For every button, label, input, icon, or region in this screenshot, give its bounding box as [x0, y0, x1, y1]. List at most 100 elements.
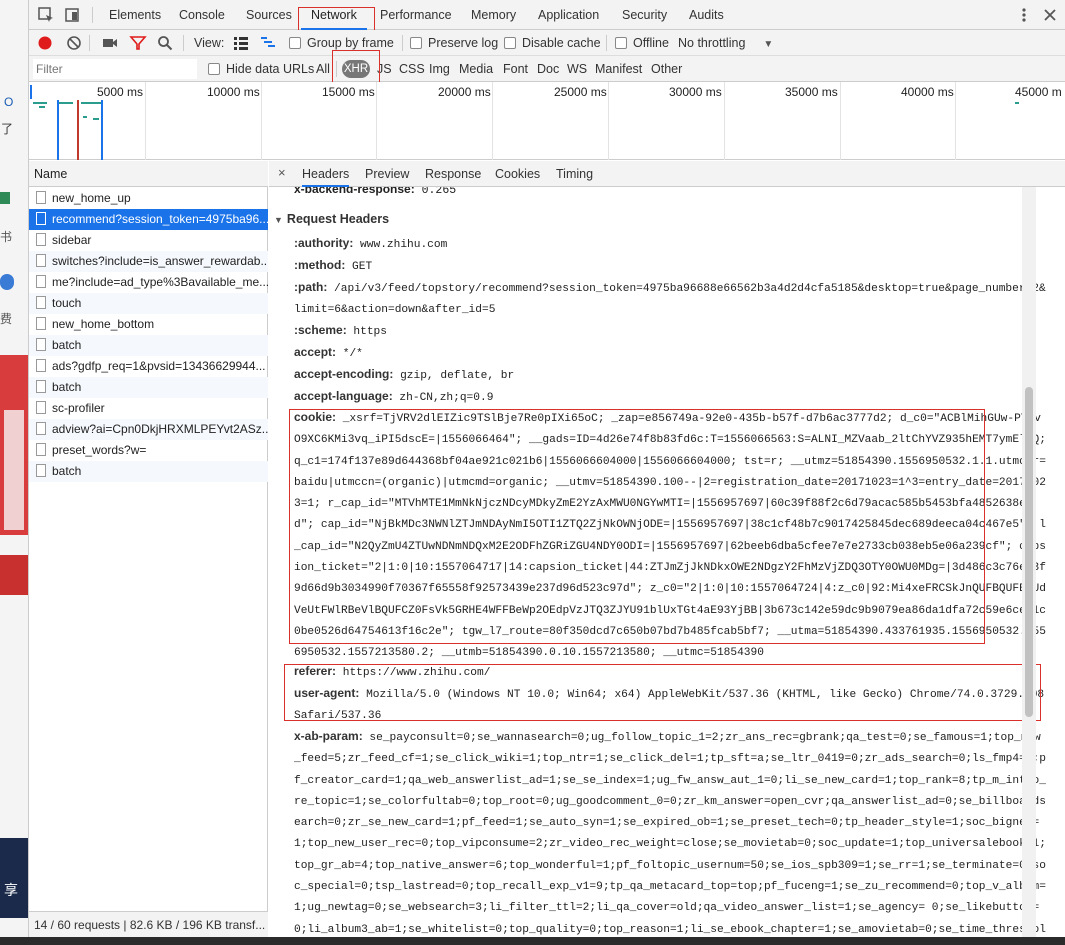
- header-value: https: [353, 326, 387, 338]
- file-icon: [36, 191, 46, 204]
- separator: [606, 35, 607, 51]
- header-row: :scheme: https: [294, 320, 1046, 343]
- section-title: Request Headers: [286, 212, 390, 226]
- group-by-frame-checkbox[interactable]: Group by frame: [289, 30, 394, 56]
- filter-input[interactable]: [33, 59, 197, 79]
- tab-headers[interactable]: Headers: [302, 161, 350, 187]
- request-name: new_home_bottom: [52, 317, 155, 331]
- separator: [402, 35, 403, 51]
- checkbox-box[interactable]: [289, 37, 301, 49]
- name-column-header[interactable]: Name: [29, 161, 268, 187]
- preserve-log-checkbox[interactable]: Preserve log: [410, 30, 498, 56]
- file-icon: [36, 233, 46, 246]
- waterfall-icon[interactable]: [259, 34, 277, 52]
- request-row[interactable]: batch: [29, 335, 268, 356]
- tab-performance[interactable]: Performance: [370, 0, 462, 30]
- more-options-icon[interactable]: [1015, 6, 1033, 24]
- file-icon: [36, 443, 46, 456]
- checkbox-box[interactable]: [410, 37, 422, 49]
- filter-type-ws[interactable]: WS: [567, 56, 587, 82]
- scrollbar-thumb[interactable]: [1025, 387, 1033, 717]
- header-value: https://www.zhihu.com/: [342, 667, 491, 679]
- tab-timing[interactable]: Timing: [556, 161, 593, 187]
- header-key: :method:: [294, 258, 346, 272]
- tab-elements[interactable]: Elements: [99, 0, 171, 30]
- request-headers-section[interactable]: ▼ Request Headers: [274, 212, 389, 226]
- tick-label: 15000 ms: [322, 85, 375, 99]
- checkbox-box[interactable]: [208, 63, 220, 75]
- tab-console[interactable]: Console: [169, 0, 235, 30]
- file-icon: [36, 275, 46, 288]
- filter-type-img[interactable]: Img: [429, 56, 450, 82]
- hide-data-urls-checkbox[interactable]: Hide data URLs: [208, 56, 314, 82]
- filter-type-js[interactable]: JS: [377, 56, 392, 82]
- filter-type-xhr[interactable]: XHR: [342, 60, 370, 78]
- checkbox-box[interactable]: [504, 37, 516, 49]
- tab-security[interactable]: Security: [612, 0, 677, 30]
- request-name: sidebar: [52, 233, 92, 247]
- request-row[interactable]: batch: [29, 377, 268, 398]
- camera-icon[interactable]: [101, 34, 119, 52]
- detail-scrollbar[interactable]: [1022, 187, 1036, 945]
- request-row[interactable]: sc-profiler: [29, 398, 268, 419]
- timeline-load-line: [77, 100, 79, 160]
- tab-network[interactable]: Network: [301, 0, 367, 30]
- request-name: switches?include=is_answer_rewardab...: [52, 254, 268, 268]
- throttling-select[interactable]: No throttling ▼: [678, 30, 773, 56]
- header-row: :authority: www.zhihu.com: [294, 233, 1046, 256]
- tab-response[interactable]: Response: [425, 161, 481, 187]
- request-row[interactable]: new_home_up: [29, 188, 268, 209]
- header-key: user-agent:: [294, 686, 360, 700]
- close-icon[interactable]: ×: [278, 165, 286, 180]
- request-row-selected[interactable]: recommend?session_token=4975ba96...: [29, 209, 268, 230]
- inspect-element-icon[interactable]: [37, 6, 55, 24]
- header-key: accept-language:: [294, 389, 393, 403]
- tab-preview[interactable]: Preview: [365, 161, 409, 187]
- detail-tab-bar: × Headers Preview Response Cookies Timin…: [269, 161, 1065, 187]
- group-by-frame-label: Group by frame: [307, 36, 394, 50]
- disable-cache-checkbox[interactable]: Disable cache: [504, 30, 601, 56]
- tab-audits[interactable]: Audits: [679, 0, 734, 30]
- request-name: sc-profiler: [52, 401, 105, 415]
- tab-sources[interactable]: Sources: [236, 0, 302, 30]
- record-icon[interactable]: [36, 34, 54, 52]
- request-row[interactable]: preset_words?w=: [29, 440, 268, 461]
- request-row[interactable]: switches?include=is_answer_rewardab...: [29, 251, 268, 272]
- request-row[interactable]: sidebar: [29, 230, 268, 251]
- user-agent-header-row: user-agent: Mozilla/5.0 (Windows NT 10.0…: [294, 683, 1046, 728]
- request-row[interactable]: ads?gdfp_req=1&pvsid=13436629944...: [29, 356, 268, 377]
- header-key: referer:: [294, 664, 337, 678]
- tab-cookies[interactable]: Cookies: [495, 161, 540, 187]
- request-row[interactable]: me?include=ad_type%3Bavailable_me...: [29, 272, 268, 293]
- timeline-overview[interactable]: 5000 ms 10000 ms 15000 ms 20000 ms 25000…: [29, 82, 1065, 160]
- header-key: accept:: [294, 345, 337, 359]
- filter-type-manifest[interactable]: Manifest: [595, 56, 642, 82]
- filter-icon[interactable]: [129, 34, 147, 52]
- header-row: :method: GET: [294, 255, 1046, 278]
- offline-checkbox[interactable]: Offline: [615, 30, 669, 56]
- tick-label: 20000 ms: [438, 85, 491, 99]
- search-icon[interactable]: [156, 34, 174, 52]
- header-row: accept: */*: [294, 342, 1046, 365]
- header-row: :path: /api/v3/feed/topstory/recommend?s…: [294, 277, 1046, 322]
- device-toolbar-icon[interactable]: [63, 6, 81, 24]
- filter-type-doc[interactable]: Doc: [537, 56, 559, 82]
- filter-type-other[interactable]: Other: [651, 56, 682, 82]
- request-row[interactable]: new_home_bottom: [29, 314, 268, 335]
- tab-application[interactable]: Application: [528, 0, 609, 30]
- close-icon[interactable]: [1041, 6, 1059, 24]
- filter-type-css[interactable]: CSS: [399, 56, 425, 82]
- filter-type-media[interactable]: Media: [459, 56, 493, 82]
- request-row[interactable]: touch: [29, 293, 268, 314]
- filter-type-font[interactable]: Font: [503, 56, 528, 82]
- tab-memory[interactable]: Memory: [461, 0, 526, 30]
- filter-type-all[interactable]: All: [316, 56, 330, 82]
- checkbox-box[interactable]: [615, 37, 627, 49]
- page-fragment-text: 享: [4, 882, 18, 898]
- large-rows-icon[interactable]: [232, 34, 250, 52]
- clear-icon[interactable]: [65, 34, 83, 52]
- request-row[interactable]: batch: [29, 461, 268, 482]
- hide-data-urls-label: Hide data URLs: [226, 62, 315, 76]
- header-value: /api/v3/feed/topstory/recommend?session_…: [294, 283, 1046, 317]
- request-row[interactable]: adview?ai=Cpn0DkjHRXMLPEYvt2ASz...: [29, 419, 268, 440]
